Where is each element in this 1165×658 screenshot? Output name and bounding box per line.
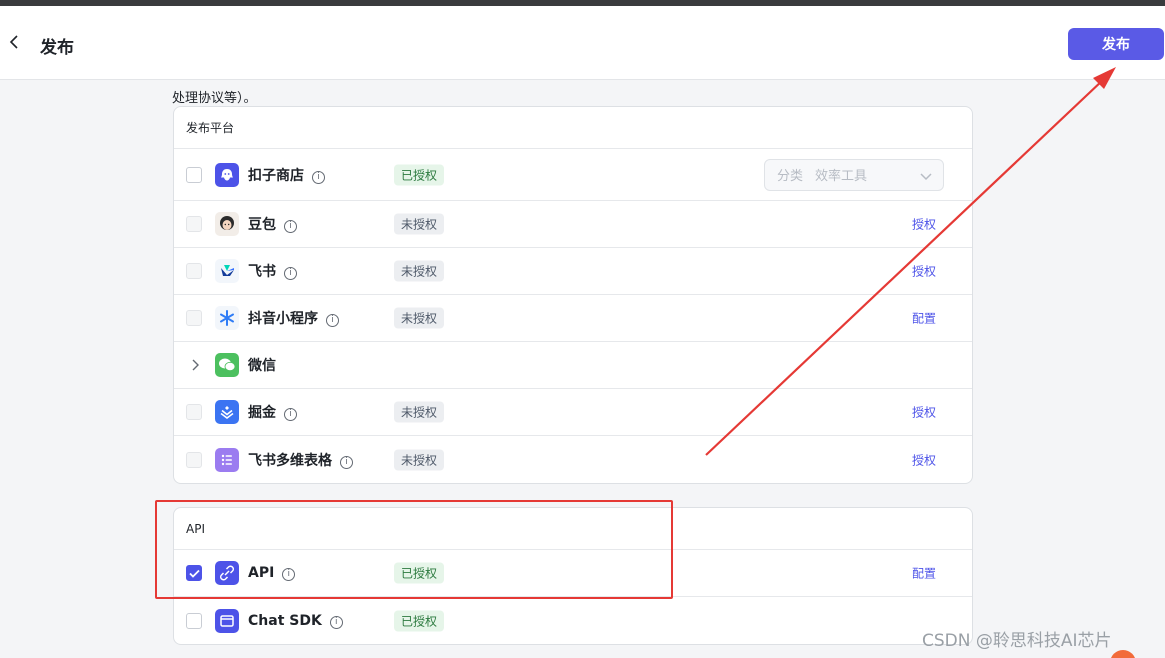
chat-sdk-icon — [215, 608, 239, 633]
card-title: API — [174, 508, 972, 550]
platform-row-wechat[interactable]: 微信 — [174, 342, 972, 389]
info-icon[interactable]: i — [340, 455, 353, 469]
platform-row-feishu-bitable: 飞书多维表格 i 未授权 授权 — [174, 436, 972, 483]
platform-name: 飞书多维表格 i — [248, 450, 353, 470]
info-icon[interactable]: i — [312, 170, 325, 184]
platform-row-juejin: 掘金 i 未授权 授权 — [174, 389, 972, 436]
authorize-link[interactable]: 授权 — [912, 451, 936, 468]
checkbox[interactable] — [186, 166, 202, 183]
platform-name-text: Chat SDK — [248, 612, 322, 629]
platform-name: 飞书 i — [248, 261, 297, 281]
platform-name-text: API — [248, 565, 275, 581]
platform-name-text: 飞书 — [248, 264, 276, 280]
info-icon[interactable]: i — [326, 314, 339, 327]
platform-name: 微信 — [248, 358, 276, 374]
publish-button[interactable]: 发布 — [1068, 28, 1164, 60]
coze-store-icon — [215, 162, 239, 187]
platform-name: Chat SDK i — [248, 613, 343, 629]
juejin-icon — [215, 400, 239, 424]
info-icon[interactable]: i — [329, 615, 343, 629]
authorize-link[interactable]: 授权 — [912, 216, 936, 233]
status-badge: 未授权 — [394, 307, 445, 329]
platform-row-coze-store: 扣子商店 i 已授权 分类 效率工具 — [174, 149, 972, 201]
category-select[interactable]: 分类 效率工具 — [764, 158, 944, 191]
authorize-link[interactable]: 授权 — [912, 404, 936, 421]
platform-name-text: 扣子商店 — [248, 167, 304, 184]
checkbox — [186, 404, 202, 420]
status-badge: 未授权 — [394, 401, 445, 423]
check-icon — [188, 569, 200, 578]
platform-name-text: 掘金 — [248, 405, 276, 421]
back-button[interactable] — [4, 30, 24, 54]
platform-name-text: 飞书多维表格 — [248, 452, 332, 469]
status-badge: 已授权 — [394, 164, 445, 185]
info-icon[interactable]: i — [282, 568, 296, 581]
publish-platforms-card: 发布平台 扣子商店 i 已授权 分类 效率工具 豆包 i 未授权 授权 飞书 i 未授… — [173, 106, 973, 484]
configure-link[interactable]: 配置 — [912, 565, 936, 582]
platform-name-text: 豆包 — [248, 217, 276, 233]
platform-name: 掘金 i — [248, 402, 297, 422]
status-badge: 未授权 — [394, 449, 445, 470]
platform-name: 抖音小程序 i — [248, 308, 339, 328]
page-header: 发布 发布 — [0, 6, 1165, 80]
category-label: 分类 — [777, 169, 804, 184]
page-title: 发布 — [40, 38, 74, 58]
douyin-miniapp-icon — [215, 306, 239, 330]
doubao-icon — [215, 212, 239, 236]
checkbox — [186, 310, 202, 326]
platform-row-doubao: 豆包 i 未授权 授权 — [174, 201, 972, 248]
platform-row-douyin-miniapp: 抖音小程序 i 未授权 配置 — [174, 295, 972, 342]
platform-name: API i — [248, 565, 296, 581]
api-icon — [215, 561, 239, 585]
feishu-icon — [215, 259, 239, 283]
checkbox — [186, 263, 202, 279]
chat-sdk-row: Chat SDK i 已授权 — [174, 597, 972, 644]
status-badge: 未授权 — [394, 213, 445, 235]
platform-row-feishu: 飞书 i 未授权 授权 — [174, 248, 972, 295]
checkbox — [186, 451, 202, 468]
configure-link[interactable]: 配置 — [912, 310, 936, 327]
status-badge: 已授权 — [394, 562, 445, 584]
checkbox — [186, 216, 202, 232]
chevron-left-icon — [9, 35, 18, 49]
floating-badge — [1110, 650, 1136, 658]
info-icon[interactable]: i — [284, 267, 297, 280]
platform-name: 扣子商店 i — [248, 165, 325, 185]
platform-name-text: 抖音小程序 — [248, 311, 318, 327]
api-card: API API i 已授权 配置 Chat SDK i 已授权 — [173, 507, 973, 645]
feishu-bitable-icon — [215, 447, 239, 472]
authorize-link[interactable]: 授权 — [912, 263, 936, 280]
card-title: 发布平台 — [174, 107, 972, 149]
intro-text: 处理协议等）。 — [172, 91, 257, 106]
watermark: CSDN @聆思科技AI芯片 — [922, 631, 1112, 651]
api-row: API i 已授权 配置 — [174, 550, 972, 597]
chevron-down-icon — [920, 172, 932, 180]
category-value: 效率工具 — [815, 169, 868, 184]
checkbox[interactable] — [186, 612, 202, 629]
status-badge: 已授权 — [394, 610, 445, 631]
chevron-right-icon[interactable] — [188, 358, 202, 372]
platform-name: 豆包 i — [248, 214, 297, 234]
wechat-icon — [215, 353, 239, 377]
status-badge: 未授权 — [394, 260, 445, 282]
info-icon[interactable]: i — [284, 408, 297, 421]
info-icon[interactable]: i — [284, 220, 297, 233]
checkbox-checked[interactable] — [186, 565, 202, 581]
